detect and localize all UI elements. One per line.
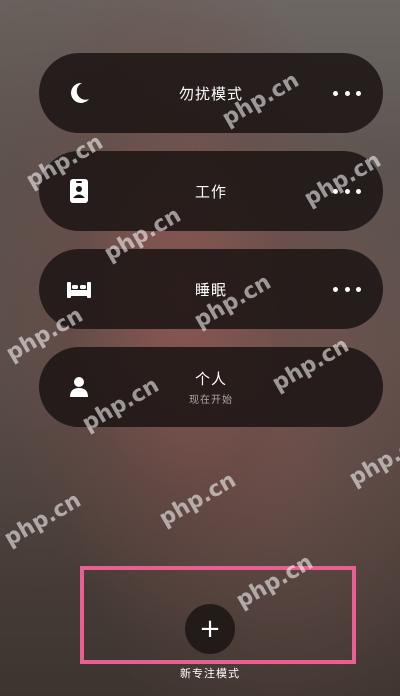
new-focus-button[interactable]: + (185, 604, 235, 654)
more-dot-icon (333, 286, 338, 292)
watermark-text: php.cn (0, 487, 86, 552)
watermark-text: php.cn (155, 467, 241, 532)
focus-mode-text: 个人 现在开始 (99, 347, 323, 427)
focus-mode-text: 睡眠 (99, 249, 323, 329)
focus-mode-sleep[interactable]: 睡眠 (39, 249, 383, 329)
focus-mode-work[interactable]: 工作 (39, 151, 383, 231)
more-dot-icon (344, 188, 350, 194)
id-badge-icon (65, 177, 93, 205)
focus-mode-title: 工作 (194, 182, 227, 201)
focus-mode-subtitle: 现在开始 (189, 395, 233, 406)
bed-icon (65, 275, 93, 303)
focus-mode-list: 勿扰模式 工作 睡眠 个人 现在开始 (39, 53, 383, 445)
focus-mode-text: 勿扰模式 (99, 53, 323, 133)
more-dot-icon (356, 286, 361, 292)
more-options-button[interactable] (333, 279, 361, 299)
more-dot-icon (333, 188, 338, 194)
more-options-button[interactable] (333, 83, 361, 103)
plus-icon: + (199, 614, 221, 644)
more-dot-icon (344, 286, 350, 292)
more-dot-icon (356, 90, 361, 96)
focus-mode-title: 睡眠 (194, 280, 227, 299)
focus-mode-text: 工作 (99, 151, 323, 231)
focus-mode-personal[interactable]: 个人 现在开始 (39, 347, 383, 427)
focus-mode-title: 个人 (194, 370, 227, 388)
focus-mode-title: 勿扰模式 (178, 84, 243, 103)
new-focus-label: 新专注模式 (180, 667, 240, 680)
more-dot-icon (344, 90, 350, 96)
more-options-button[interactable] (333, 181, 361, 201)
moon-icon (65, 79, 93, 107)
focus-mode-do-not-disturb[interactable]: 勿扰模式 (39, 53, 383, 133)
more-dot-icon (333, 90, 338, 96)
more-dot-icon (356, 188, 361, 194)
person-icon (65, 373, 93, 401)
